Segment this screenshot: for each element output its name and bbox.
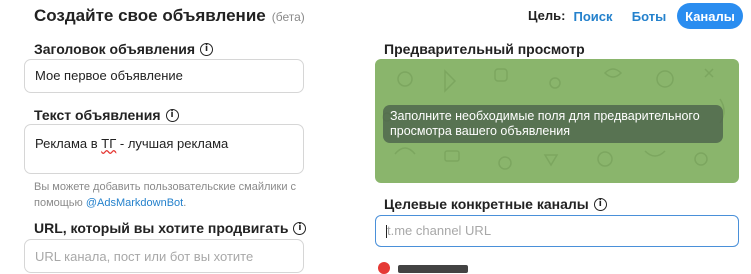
error-message [398,265,468,273]
title-field-label-text: Заголовок объявления [34,41,196,57]
url-field-label-text: URL, который вы хотите продвигать [34,220,289,236]
text-field-label-text: Текст объявления [34,107,161,123]
emoji-hint-end: . [183,197,187,209]
page-title-text: Создайте свое объявление [34,6,266,25]
tab-channels[interactable]: Каналы [677,3,743,29]
text-value-end: - лучшая реклама [116,136,229,151]
info-icon[interactable]: i [593,197,607,211]
ads-markdown-bot-link[interactable]: @AdsMarkdownBot [86,197,183,209]
preview-area: Заполните необходимые поля для предварит… [375,59,739,183]
text-textarea[interactable]: Реклама в ТГ - лучшая реклама [24,124,304,174]
tab-search[interactable]: Поиск [567,4,619,28]
channels-label: Целевые конкретные каналы i [384,196,607,212]
title-field-label: Заголовок объявления i [34,41,214,57]
preview-message-bubble: Заполните необходимые поля для предварит… [383,105,723,143]
channel-url-input[interactable]: t.me channel URL [375,215,739,247]
text-field-label: Текст объявления i [34,107,179,123]
emoji-hint: Вы можете добавить пользовательские смай… [34,179,314,211]
beta-badge: (бета) [271,10,305,24]
title-input[interactable]: Мое первое объявление [24,59,304,93]
channels-label-text: Целевые конкретные каналы [384,196,589,212]
misspelled-word: ТГ [101,136,117,151]
url-input[interactable]: URL канала, пост или бот вы хотите [24,239,304,273]
preview-label: Предварительный просмотр [384,41,585,57]
goal-label: Цель: [528,8,566,23]
info-icon[interactable]: i [200,42,214,56]
url-field-label: URL, который вы хотите продвигать i [34,220,307,236]
text-value-start: Реклама в [35,136,102,151]
tab-bots[interactable]: Боты [627,4,671,28]
info-icon[interactable]: i [293,221,307,235]
error-icon [378,262,390,274]
info-icon[interactable]: i [165,108,179,122]
page-title: Создайте свое объявление (бета) [34,6,305,26]
channel-url-placeholder: t.me channel URL [387,223,492,238]
